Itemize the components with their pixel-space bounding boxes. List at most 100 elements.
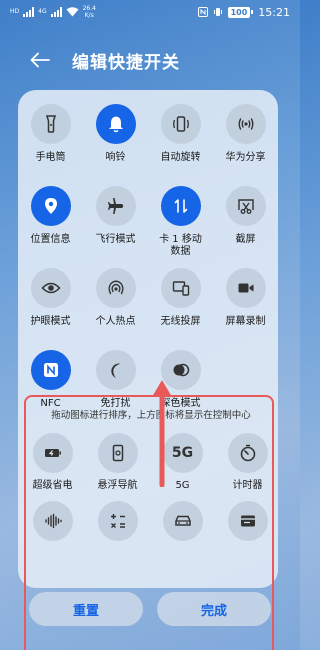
status-left: HD 4G 26.4 K/s [10, 5, 96, 19]
toggle-auto-rotate[interactable]: 自动旋转 [148, 104, 213, 186]
wifi-icon [66, 7, 79, 17]
moon-icon [110, 363, 120, 378]
toggle-label: 悬浮导航 [97, 480, 138, 491]
signal-1-icon [23, 7, 35, 17]
toggle-label: 5G [175, 480, 190, 491]
toggle-wireless-projection[interactable]: 无线投屏 [148, 268, 213, 350]
toggle-label: 响铃 [105, 152, 126, 163]
active-toggles-grid: 手电筒 响铃 自动旋转 华为分享 位置信息 飞行模式 卡 1 移动 数据 截屏 … [18, 104, 278, 432]
toggle-circle: 5G [162, 433, 203, 473]
flashlight-icon [45, 115, 56, 133]
bell-icon [108, 116, 123, 133]
toggle-circle [160, 186, 201, 226]
toggle-circle [227, 501, 268, 541]
signal-1-tag: HD [10, 8, 20, 15]
available-power-saving[interactable]: 超级省电 [20, 433, 85, 501]
available-sound-wave[interactable] [20, 501, 85, 569]
toggle-screen-record[interactable]: 屏幕录制 [213, 268, 278, 350]
toggle-hotspot[interactable]: 个人热点 [83, 268, 148, 350]
toggle-circle [225, 268, 266, 308]
drag-hint-text: 拖动图标进行排序，上方图标将显示在控制中心 [51, 410, 251, 421]
done-button[interactable]: 完成 [157, 592, 271, 626]
car-icon [174, 515, 191, 526]
wallet-card-icon [240, 515, 255, 527]
back-arrow-icon[interactable] [30, 49, 52, 71]
toggle-label: 个人热点 [95, 316, 136, 327]
dark-mode-icon [173, 363, 189, 377]
toggle-label: 飞行模式 [95, 234, 136, 245]
battery-icon: 100 [227, 6, 254, 18]
battery-level: 100 [227, 6, 251, 18]
toggle-circle [227, 433, 268, 473]
toggle-label: 截屏 [235, 234, 256, 245]
timer-icon [240, 444, 255, 462]
toggle-label: 卡 1 移动 数据 [159, 234, 202, 258]
screenshot-scissors-icon [237, 199, 254, 214]
toggle-label: 自动旋转 [160, 152, 201, 163]
toggle-airplane-mode[interactable]: 飞行模式 [83, 186, 148, 268]
bottom-actions: 重置 完成 [0, 590, 300, 650]
available-timer[interactable]: 计时器 [215, 433, 280, 501]
toggle-circle [225, 186, 266, 226]
vibrate-icon [213, 8, 222, 16]
sound-wave-icon [44, 513, 62, 529]
toggle-label: 计时器 [232, 480, 263, 491]
nfc-icon [43, 363, 58, 377]
floating-nav-icon [112, 444, 123, 462]
toggle-label: 超级省电 [32, 480, 73, 491]
toggle-eye-comfort[interactable]: 护眼模式 [18, 268, 83, 350]
toggle-circle [225, 104, 266, 144]
available-5g[interactable]: 5G 5G [150, 433, 215, 501]
page-title: 编辑快捷开关 [72, 52, 180, 73]
mobile-data-icon [174, 199, 187, 213]
available-car[interactable] [150, 501, 215, 569]
toggle-circle [32, 501, 73, 541]
toggle-circle [97, 501, 138, 541]
toggle-label-line1: 卡 1 移动 [159, 234, 202, 245]
available-calculator[interactable] [85, 501, 150, 569]
toggle-mobile-data[interactable]: 卡 1 移动 数据 [148, 186, 213, 268]
speed-value: 26.4 [82, 5, 96, 12]
5g-icon: 5G [171, 445, 194, 461]
toggle-label: 无线投屏 [160, 316, 201, 327]
screen-record-icon [238, 283, 253, 293]
wireless-projection-icon [172, 281, 189, 296]
switch-panel: 手电筒 响铃 自动旋转 华为分享 位置信息 飞行模式 卡 1 移动 数据 截屏 … [18, 90, 280, 650]
calculator-icon [110, 514, 125, 528]
auto-rotate-icon [172, 116, 189, 132]
reset-button[interactable]: 重置 [29, 592, 143, 626]
toggle-screenshot[interactable]: 截屏 [213, 186, 278, 268]
toggle-huawei-share[interactable]: 华为分享 [213, 104, 278, 186]
eye-icon [40, 282, 61, 294]
clock: 15:21 [258, 5, 290, 19]
network-speed: 26.4 K/s [83, 5, 96, 19]
speed-unit: K/s [84, 12, 94, 19]
toggle-circle [30, 268, 71, 308]
available-toggles-grid: 超级省电 悬浮导航 5G 5G 计时器 [20, 433, 280, 569]
available-floating-nav[interactable]: 悬浮导航 [85, 433, 150, 501]
hotspot-icon [107, 280, 124, 295]
toggle-flashlight[interactable]: 手电筒 [18, 104, 83, 186]
toggle-circle [30, 350, 71, 390]
toggle-label: 护眼模式 [30, 316, 71, 327]
power-saving-icon [44, 449, 61, 457]
toggle-circle [32, 433, 73, 473]
toggle-location[interactable]: 位置信息 [18, 186, 83, 268]
location-pin-icon [44, 198, 57, 214]
toggle-label: 手电筒 [35, 152, 66, 163]
toggle-label: 屏幕录制 [225, 316, 266, 327]
signal-2-tag: 4G [38, 8, 47, 15]
share-waves-icon [238, 118, 253, 130]
toggle-circle [162, 501, 203, 541]
header: 编辑快捷开关 [0, 42, 300, 78]
airplane-icon [107, 198, 123, 214]
signal-2-icon [50, 7, 62, 17]
toggle-label: 华为分享 [225, 152, 266, 163]
nfc-status-icon [197, 7, 208, 17]
toggle-circle [160, 268, 201, 308]
toggle-circle [160, 350, 201, 390]
toggle-circle [160, 104, 201, 144]
available-wallet[interactable] [215, 501, 280, 569]
toggle-ring[interactable]: 响铃 [83, 104, 148, 186]
toggle-circle [97, 433, 138, 473]
